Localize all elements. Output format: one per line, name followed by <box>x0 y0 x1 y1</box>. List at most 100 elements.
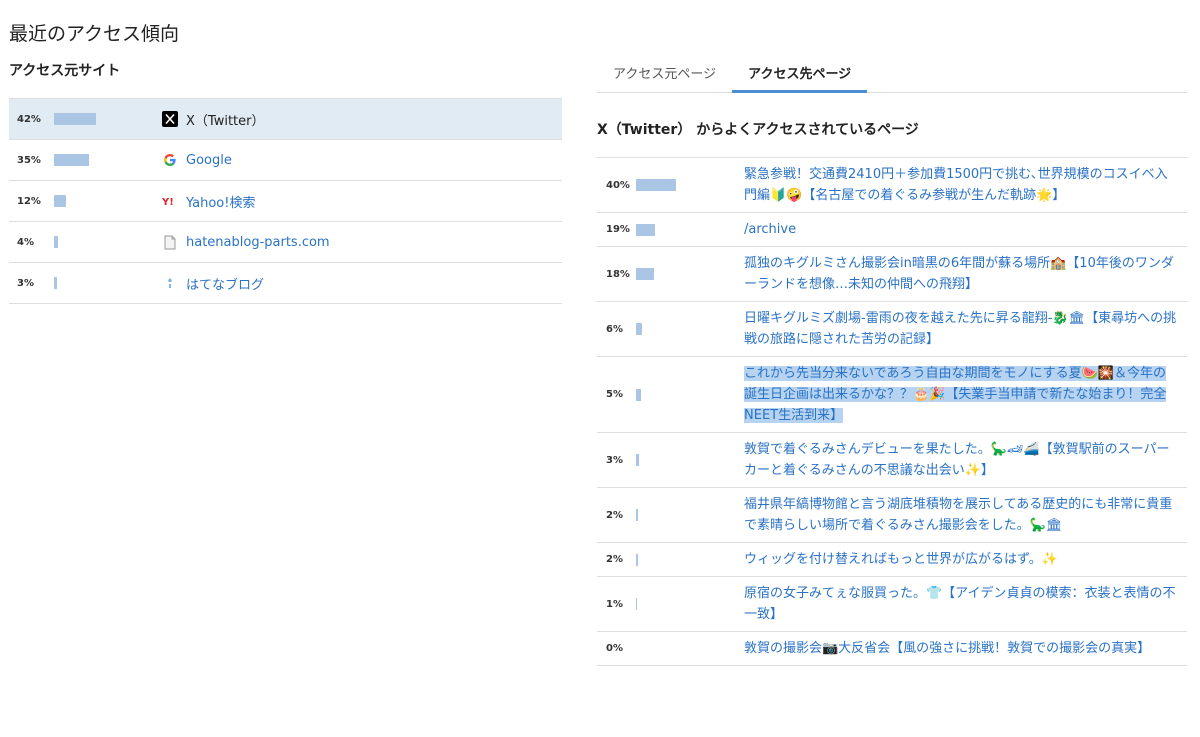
referrer-site-row[interactable]: 3% はてなブログ <box>9 263 562 304</box>
landing-page-row: 6% 日曜キグルミズ劇場-雷雨の夜を越えた先に昇る龍翔-🐉🏛【東尋坊への挑戦の旅路… <box>597 302 1187 357</box>
google-logo-icon <box>162 152 178 168</box>
referrer-site-row[interactable]: 35% Google <box>9 140 562 181</box>
landing-page-title: 孤独のキグルミさん撮影会in暗黒の6年間が蘇る場所🏫【10年後のワンダーランドを… <box>744 256 1174 292</box>
landing-page-link[interactable]: 孤独のキグルミさん撮影会in暗黒の6年間が蘇る場所🏫【10年後のワンダーランドを… <box>744 247 1187 301</box>
share-bar-track <box>636 388 744 401</box>
percentage-label: 4% <box>17 236 34 248</box>
share-bar-track <box>636 598 744 610</box>
landing-page-row: 1% 原宿の女子みてぇな服買った。👕【アイデン貞貞の模索：衣装と表情の不一致】 <box>597 577 1187 632</box>
percentage-label: 3% <box>606 454 623 466</box>
referrer-site-label: X（Twitter） <box>186 113 265 129</box>
percentage-label: 3% <box>17 277 34 289</box>
referred-pages-panel: アクセス元ページ アクセス先ページ X（Twitter） からよくアクセスされてい… <box>597 52 1187 666</box>
landing-page-row: 19% /archive <box>597 213 1187 247</box>
landing-page-title: 原宿の女子みてぇな服買った。👕【アイデン貞貞の模索：衣装と表情の不一致】 <box>744 586 1176 622</box>
landing-page-link[interactable]: 原宿の女子みてぇな服買った。👕【アイデン貞貞の模索：衣装と表情の不一致】 <box>744 577 1187 631</box>
percentage-label: 42% <box>17 113 41 125</box>
svg-text:Y!: Y! <box>162 197 174 207</box>
landing-page-row: 2% 福井県年縞博物館と言う湖底堆積物を展示してある歴史的にも非常に貴重で素晴らし… <box>597 488 1187 543</box>
landing-page-title: /archive <box>744 222 797 237</box>
share-bar <box>636 179 676 191</box>
percentage-label: 5% <box>606 389 623 400</box>
share-bar <box>636 223 655 236</box>
percentage-label: 19% <box>606 224 630 235</box>
yahoo-logo-icon: Y! <box>162 193 178 209</box>
share-bar <box>636 598 637 610</box>
percentage-label: 12% <box>17 195 41 207</box>
share-bar <box>54 113 96 125</box>
landing-page-row: 0% 敦賀の撮影会📷大反省会【風の強さに挑戦！敦賀での撮影会の真実】 <box>597 632 1187 666</box>
referrer-site-row[interactable]: 12% Y! Yahoo!検索 <box>9 181 562 222</box>
landing-page-title: 日曜キグルミズ劇場-雷雨の夜を越えた先に昇る龍翔-🐉🏛【東尋坊への挑戦の旅路に隠… <box>744 311 1177 347</box>
share-bar <box>54 154 89 166</box>
share-bar <box>636 454 639 466</box>
share-bar-track <box>636 643 744 655</box>
share-bar <box>54 195 66 207</box>
percentage-label: 18% <box>606 268 630 280</box>
landing-page-row: 5% これから先当分来ないであろう自由な期間をモノにする夏🍉🎇＆今年の誕生日企画は… <box>597 357 1187 433</box>
landing-page-link[interactable]: ウィッグを付け替えればもっと世界が広がるはず。✨ <box>744 543 1187 576</box>
landing-page-title: 福井県年縞博物館と言う湖底堆積物を展示してある歴史的にも非常に貴重で素晴らしい場… <box>744 497 1173 533</box>
landing-page-title: 敦賀で着ぐるみさんデビューを果たした。🦕🏎🚄【敦賀駅前のスーパーカーと着ぐるみさ… <box>744 442 1170 478</box>
landing-page-link[interactable]: 敦賀の撮影会📷大反省会【風の強さに挑戦！敦賀での撮影会の真実】 <box>744 632 1187 665</box>
share-bar-track <box>54 277 154 289</box>
landing-page-row: 3% 敦賀で着ぐるみさんデビューを果たした。🦕🏎🚄【敦賀駅前のスーパーカーと着ぐる… <box>597 433 1187 488</box>
percentage-label: 35% <box>17 154 41 166</box>
landing-page-title: 緊急参戦！交通費2410円＋参加費1500円で挑む､世界規模のコスイベ入門編🔰🤪… <box>744 167 1168 203</box>
share-bar-track <box>636 223 744 236</box>
referrer-sites-list: 42% X（Twitter） 35% Google 12% Y! Yahoo!検索 4% hat… <box>9 98 562 304</box>
share-bar <box>636 323 642 335</box>
percentage-label: 1% <box>606 598 623 610</box>
share-bar-track <box>54 154 154 166</box>
page-title: 最近のアクセス傾向 <box>9 22 180 45</box>
referrer-site-label: Google <box>186 152 232 168</box>
share-bar <box>54 277 57 289</box>
landing-page-title: 敦賀の撮影会📷大反省会【風の強さに挑戦！敦賀での撮影会の真実】 <box>744 641 1151 656</box>
share-bar <box>636 388 641 401</box>
share-bar <box>636 268 654 280</box>
page-tabs: アクセス元ページ アクセス先ページ <box>597 52 1187 93</box>
share-bar <box>636 509 638 521</box>
x-logo-icon <box>162 111 178 127</box>
hatena-blog-icon <box>162 275 178 291</box>
share-bar <box>54 236 58 248</box>
landing-page-row: 40% 緊急参戦！交通費2410円＋参加費1500円で挑む､世界規模のコスイベ入門… <box>597 158 1187 213</box>
tab-landing-pages[interactable]: アクセス先ページ <box>732 52 868 93</box>
referrer-site-label: Yahoo!検索 <box>186 195 256 211</box>
share-bar-track <box>54 195 154 207</box>
percentage-label: 2% <box>606 509 623 521</box>
share-bar-track <box>636 268 744 280</box>
landing-page-title: これから先当分来ないであろう自由な期間をモノにする夏🍉🎇＆今年の誕生日企画は出来… <box>744 366 1167 423</box>
percentage-label: 2% <box>606 554 623 565</box>
share-bar-track <box>636 454 744 466</box>
share-bar <box>636 553 638 566</box>
referrer-site-row[interactable]: 4% hatenablog-parts.com <box>9 222 562 263</box>
share-bar-track <box>54 113 154 125</box>
share-bar-track <box>636 553 744 566</box>
referrer-site-row[interactable]: 42% X（Twitter） <box>9 99 562 140</box>
landing-page-link[interactable]: 福井県年縞博物館と言う湖底堆積物を展示してある歴史的にも非常に貴重で素晴らしい場… <box>744 488 1187 542</box>
percentage-label: 0% <box>606 643 623 654</box>
landing-page-link[interactable]: これから先当分来ないであろう自由な期間をモノにする夏🍉🎇＆今年の誕生日企画は出来… <box>744 357 1187 432</box>
percentage-label: 40% <box>606 179 630 191</box>
percentage-label: 6% <box>606 323 623 335</box>
landing-page-link[interactable]: 緊急参戦！交通費2410円＋参加費1500円で挑む､世界規模のコスイベ入門編🔰🤪… <box>744 158 1187 212</box>
referrer-sites-panel: アクセス元サイト 42% X（Twitter） 35% Google 12% Y! Yaho… <box>9 60 562 304</box>
referred-pages-list: 40% 緊急参戦！交通費2410円＋参加費1500円で挑む､世界規模のコスイベ入門… <box>597 157 1187 666</box>
landing-page-title: ウィッグを付け替えればもっと世界が広がるはず。✨ <box>744 552 1058 567</box>
document-icon <box>162 234 178 250</box>
tab-referrer-pages[interactable]: アクセス元ページ <box>597 52 732 92</box>
share-bar-track <box>636 179 744 191</box>
landing-page-link[interactable]: 敦賀で着ぐるみさんデビューを果たした。🦕🏎🚄【敦賀駅前のスーパーカーと着ぐるみさ… <box>744 433 1187 487</box>
share-bar-track <box>636 323 744 335</box>
landing-page-link[interactable]: 日曜キグルミズ劇場-雷雨の夜を越えた先に昇る龍翔-🐉🏛【東尋坊への挑戦の旅路に隠… <box>744 302 1187 356</box>
landing-page-row: 18% 孤独のキグルミさん撮影会in暗黒の6年間が蘇る場所🏫【10年後のワンダーラ… <box>597 247 1187 302</box>
referrer-sites-title: アクセス元サイト <box>9 63 121 79</box>
share-bar-track <box>636 509 744 521</box>
referrer-site-label: はてなブログ <box>186 277 265 293</box>
referrer-site-label: hatenablog-parts.com <box>186 234 330 250</box>
landing-page-link[interactable]: /archive <box>744 213 1187 246</box>
referred-pages-title: X（Twitter） からよくアクセスされているページ <box>597 122 919 138</box>
share-bar-track <box>54 236 154 248</box>
landing-page-row: 2% ウィッグを付け替えればもっと世界が広がるはず。✨ <box>597 543 1187 577</box>
